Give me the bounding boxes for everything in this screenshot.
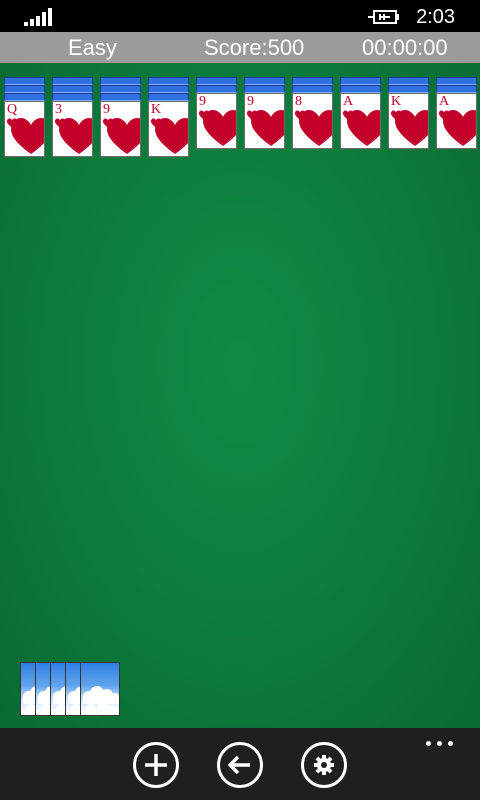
heart-suit-icon [107, 118, 140, 154]
settings-button[interactable] [301, 742, 347, 788]
heart-suit-icon [11, 118, 44, 154]
playing-card[interactable]: 9 [244, 93, 285, 149]
tableau-pile[interactable]: Q [4, 77, 45, 157]
tableau-pile[interactable]: A [340, 77, 381, 149]
heart-suit-icon [203, 110, 236, 146]
tableau-pile[interactable]: 8 [292, 77, 333, 149]
facedown-card [340, 77, 381, 85]
playing-card[interactable]: 3 [52, 101, 93, 157]
facedown-card [52, 77, 93, 85]
facedown-card [4, 77, 45, 85]
status-clock: 2:03 [416, 6, 455, 28]
playing-card[interactable]: A [340, 93, 381, 149]
tableau-pile[interactable]: 9 [196, 77, 237, 149]
facedown-card [148, 93, 189, 101]
facedown-card [388, 85, 429, 93]
undo-button[interactable] [217, 742, 263, 788]
facedown-card [436, 77, 477, 85]
facedown-card [148, 85, 189, 93]
gear-icon [314, 755, 334, 775]
playing-card[interactable]: K [388, 93, 429, 149]
facedown-card [148, 77, 189, 85]
heart-suit-icon [443, 110, 476, 146]
facedown-card [196, 77, 237, 85]
tableau-pile[interactable]: K [388, 77, 429, 149]
facedown-card [292, 85, 333, 93]
heart-suit-icon [59, 118, 92, 154]
signal-strength-icon [24, 8, 54, 26]
back-arrow-icon [228, 755, 250, 775]
stock-pile[interactable] [20, 662, 120, 716]
app-bar [0, 728, 480, 800]
status-bar: 2:03 [0, 0, 480, 32]
stock-card [80, 662, 120, 716]
playing-card[interactable]: Q [4, 101, 45, 157]
facedown-card [292, 77, 333, 85]
heart-suit-icon [251, 110, 284, 146]
game-header: Easy Score:500 00:00:00 [0, 32, 480, 63]
tableau-pile[interactable]: A [436, 77, 477, 149]
facedown-card [52, 85, 93, 93]
score-label: Score:500 [204, 35, 305, 60]
playing-card[interactable]: A [436, 93, 477, 149]
facedown-card [340, 85, 381, 93]
playing-card[interactable]: 9 [196, 93, 237, 149]
facedown-card [100, 93, 141, 101]
game-table: Q39K998AKA [0, 63, 480, 728]
ellipsis-icon[interactable] [426, 738, 456, 748]
timer-label: 00:00:00 [362, 35, 448, 60]
heart-suit-icon [299, 110, 332, 146]
facedown-card [244, 77, 285, 85]
plus-icon [145, 754, 167, 776]
heart-suit-icon [347, 110, 380, 146]
facedown-card [52, 93, 93, 101]
facedown-card [244, 85, 285, 93]
facedown-card [436, 85, 477, 93]
battery-charging-icon [368, 8, 404, 26]
tableau-pile[interactable]: 9 [100, 77, 141, 157]
tableau-pile[interactable]: 9 [244, 77, 285, 149]
heart-suit-icon [395, 110, 428, 146]
new-game-button[interactable] [133, 742, 179, 788]
playing-card[interactable]: 9 [100, 101, 141, 157]
facedown-card [196, 85, 237, 93]
facedown-card [4, 85, 45, 93]
facedown-card [100, 77, 141, 85]
playing-card[interactable]: 8 [292, 93, 333, 149]
heart-suit-icon [155, 118, 188, 154]
playing-card[interactable]: K [148, 101, 189, 157]
tableau-pile[interactable]: K [148, 77, 189, 157]
facedown-card [4, 93, 45, 101]
facedown-card [100, 85, 141, 93]
tableau-pile[interactable]: 3 [52, 77, 93, 157]
facedown-card [388, 77, 429, 85]
difficulty-label: Easy [68, 35, 117, 60]
